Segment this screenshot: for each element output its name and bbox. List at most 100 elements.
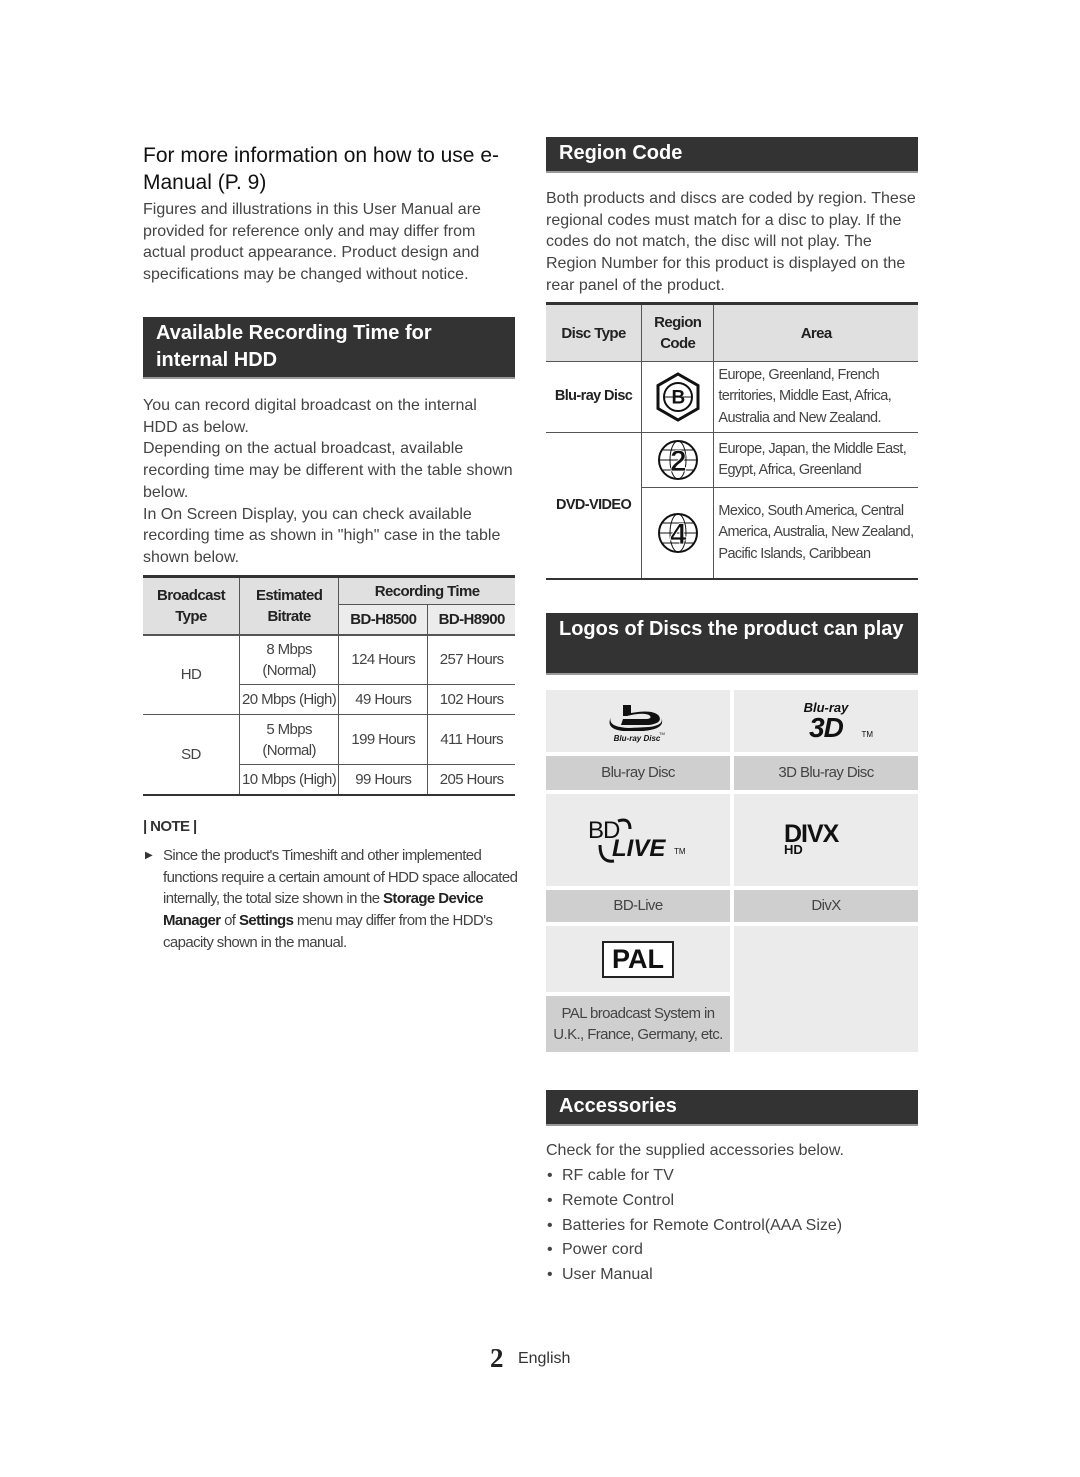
time-cell: 124 Hours <box>338 633 428 685</box>
region-code-label: 2 <box>670 445 686 478</box>
hdd-paragraph: In On Screen Display, you can check avai… <box>143 505 501 566</box>
table-row: HD 8 Mbps (Normal) 124 Hours 257 Hours <box>143 633 515 715</box>
region-code-table: Disc Type Region Code Area Blu-ray Disc … <box>546 302 918 580</box>
note-text-part: of <box>220 912 239 930</box>
bullet-icon: • <box>547 1266 553 1284</box>
region-code-label: 4 <box>670 518 687 551</box>
bullet-icon: • <box>547 1216 553 1234</box>
hdd-paragraphs: You can record digital broadcast on the … <box>143 395 515 569</box>
list-item: • Power cord <box>546 1238 842 1263</box>
bitrate-cell: 10 Mbps (High) <box>238 764 339 795</box>
recording-time-table: Broadcast Type Estimated Bitrate Recordi… <box>143 575 515 796</box>
header-region-code: Region Code <box>641 303 714 362</box>
intro-paragraph: Figures and illustrations in this User M… <box>143 201 481 284</box>
header-model-bd-h8500: BD-H8500 <box>338 604 428 635</box>
list-item: • Batteries for Remote Control(AAA Size) <box>546 1214 842 1239</box>
accessory-label: Remote Control <box>562 1191 675 1209</box>
bitrate-cell: 5 Mbps (Normal) <box>238 714 339 765</box>
3d-blu-ray-logo-icon: Blu-ray 3D TM <box>781 701 873 743</box>
accessory-label: User Manual <box>562 1266 653 1284</box>
region-2-globe-icon: 2 <box>657 440 698 480</box>
time-cell: 411 Hours <box>427 714 515 765</box>
trademark-label: TM <box>861 730 873 739</box>
logo-text: 3D <box>809 712 844 743</box>
region-code-label: B <box>671 388 684 409</box>
list-item: • User Manual <box>546 1263 842 1288</box>
area-cell: Europe, Japan, the Middle East, Egypt, A… <box>713 432 918 488</box>
disc-type-cell: DVD-VIDEO <box>555 496 632 513</box>
header-disc-type: Disc Type <box>546 303 642 362</box>
hdd-paragraph: You can record digital broadcast on the … <box>143 397 477 436</box>
intro-title: For more information on how to use e-Man… <box>143 144 499 194</box>
logo-caption: 3D Blu-ray Disc <box>734 756 918 790</box>
page-number: 2 <box>490 1343 504 1373</box>
area-cell: Mexico, South America, Central America, … <box>713 487 918 579</box>
time-cell: 49 Hours <box>338 684 428 715</box>
broadcast-type-cell: HD <box>143 633 240 715</box>
page-language: English <box>517 1349 571 1367</box>
accessories-list: • RF cable for TV • Remote Control • Batter… <box>546 1164 842 1288</box>
header-estimated-bitrate: Estimated Bitrate <box>238 576 339 635</box>
region-4-globe-icon: 4 <box>657 512 698 553</box>
region-section-heading: Region Code <box>546 137 918 173</box>
accessory-label: Batteries for Remote Control(AAA Size) <box>562 1216 843 1234</box>
disc-type-cell: Blu-ray Disc <box>546 361 642 433</box>
time-cell: 257 Hours <box>427 633 515 685</box>
logo-divx: DIVX HD <box>734 794 918 886</box>
logo-text: HD <box>784 842 803 857</box>
logos-section-heading: Logos of Discs the product can play <box>546 613 918 675</box>
logo-caption: DivX <box>734 890 918 922</box>
time-cell: 99 Hours <box>338 764 428 795</box>
accessory-label: RF cable for TV <box>562 1167 674 1184</box>
hdd-paragraph: Depending on the actual broadcast, avail… <box>143 440 513 501</box>
logo-text: Blu-ray Disc <box>614 734 661 743</box>
bullet-icon: • <box>547 1167 553 1184</box>
header-model-bd-h8900: BD-H8900 <box>427 604 515 635</box>
note-bold-settings: Settings <box>238 912 294 930</box>
region-b-hexagon-icon: B <box>656 372 700 422</box>
header-broadcast-type: Broadcast Type <box>143 576 240 635</box>
logo-caption: PAL broadcast System in U.K., France, Ge… <box>546 996 730 1052</box>
accessories-paragraph: Check for the supplied accessories below… <box>546 1142 844 1159</box>
time-cell: 199 Hours <box>338 714 428 765</box>
logo-pal: PAL <box>546 926 730 992</box>
time-cell: 205 Hours <box>427 764 515 795</box>
svg-text:TM: TM <box>659 731 665 736</box>
empty-logo-cell <box>734 926 918 1052</box>
logo-3d-blu-ray-disc: Blu-ray 3D TM <box>734 690 918 752</box>
accessory-label: Power cord <box>562 1241 643 1259</box>
divx-hd-logo-icon: DIVX HD <box>784 820 868 860</box>
bullet-icon: • <box>547 1241 553 1259</box>
triangle-right-icon: ▶ <box>145 850 153 861</box>
bd-live-logo-icon: BD LIVE TM <box>588 815 688 865</box>
logo-bd-live: BD LIVE TM <box>546 794 730 886</box>
logo-caption: Blu-ray Disc <box>546 756 730 790</box>
blu-ray-disc-logo-icon: Blu-ray Disc TM <box>609 705 665 743</box>
region-code-cell: B <box>641 361 714 433</box>
region-paragraph: Both products and discs are coded by reg… <box>546 190 916 294</box>
accessories-section-heading: Accessories <box>546 1090 918 1126</box>
header-area: Area <box>713 303 918 362</box>
page-footer: 2 English <box>490 1343 570 1374</box>
area-cell: Europe, Greenland, French territories, M… <box>713 361 918 433</box>
table-row: DVD-VIDEO 2 Europe, Japan, the Middle Ea… <box>546 432 918 513</box>
region-code-cell: 2 <box>641 432 714 488</box>
logo-blu-ray-disc: Blu-ray Disc TM <box>546 690 730 752</box>
bitrate-cell: 20 Mbps (High) <box>238 684 339 715</box>
broadcast-type-cell: SD <box>181 745 201 763</box>
bitrate-cell: 8 Mbps (Normal) <box>238 633 339 685</box>
region-code-cell: 4 <box>641 487 714 579</box>
bullet-icon: • <box>547 1191 553 1209</box>
bd-live-arc-icon <box>598 818 632 863</box>
table-row: SD 5 Mbps (Normal) 199 Hours 411 Hours <box>143 714 515 765</box>
time-cell: 102 Hours <box>427 684 515 715</box>
hdd-section-heading: Available Recording Time for internal HD… <box>143 317 515 379</box>
logo-caption: BD-Live <box>546 890 730 922</box>
header-recording-time: Recording Time <box>338 576 515 605</box>
pal-logo-icon: PAL <box>602 940 674 978</box>
trademark-label: TM <box>674 847 686 856</box>
note-text: Since the product's Timeshift and other … <box>163 845 523 954</box>
list-item: • RF cable for TV <box>546 1164 842 1189</box>
table-row: Blu-ray Disc B Europe, Greenland, French… <box>546 361 918 433</box>
list-item: • Remote Control <box>546 1189 842 1214</box>
